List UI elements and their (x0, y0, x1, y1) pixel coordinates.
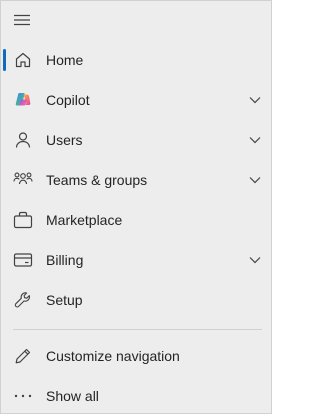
wrench-icon (12, 289, 34, 311)
nav-item-marketplace[interactable]: Marketplace (1, 200, 271, 240)
nav-item-users[interactable]: Users (1, 120, 271, 160)
nav-item-label: Home (46, 52, 84, 68)
credit-card-icon (12, 249, 34, 271)
more-icon (12, 385, 34, 407)
nav-item-label: Teams & groups (46, 172, 148, 188)
chevron-down-icon[interactable] (247, 172, 263, 188)
pencil-icon (12, 345, 34, 367)
nav-item-label: Copilot (46, 92, 90, 108)
navigation-panel: Home Copilot Users Teams & groups Market… (0, 0, 272, 414)
shopping-bag-icon (12, 209, 34, 231)
people-group-icon (12, 169, 34, 191)
nav-item-home[interactable]: Home (1, 40, 271, 80)
chevron-down-icon[interactable] (247, 252, 263, 268)
nav-item-setup[interactable]: Setup (1, 280, 271, 320)
nav-item-label: Customize navigation (46, 348, 180, 364)
copilot-icon (12, 89, 34, 111)
nav-item-label: Show all (46, 388, 99, 404)
hamburger-icon[interactable] (11, 10, 33, 30)
nav-item-copilot[interactable]: Copilot (1, 80, 271, 120)
show-all-button[interactable]: Show all (1, 376, 271, 416)
person-icon (12, 129, 34, 151)
nav-item-label: Marketplace (46, 212, 123, 228)
chevron-down-icon[interactable] (247, 92, 263, 108)
nav-item-teams-groups[interactable]: Teams & groups (1, 160, 271, 200)
nav-item-label: Users (46, 132, 83, 148)
customize-navigation-button[interactable]: Customize navigation (1, 336, 271, 376)
divider (13, 329, 262, 330)
nav-item-label: Billing (46, 252, 84, 268)
chevron-down-icon[interactable] (247, 132, 263, 148)
home-icon (12, 49, 34, 71)
nav-item-label: Setup (46, 292, 83, 308)
nav-item-billing[interactable]: Billing (1, 240, 271, 280)
